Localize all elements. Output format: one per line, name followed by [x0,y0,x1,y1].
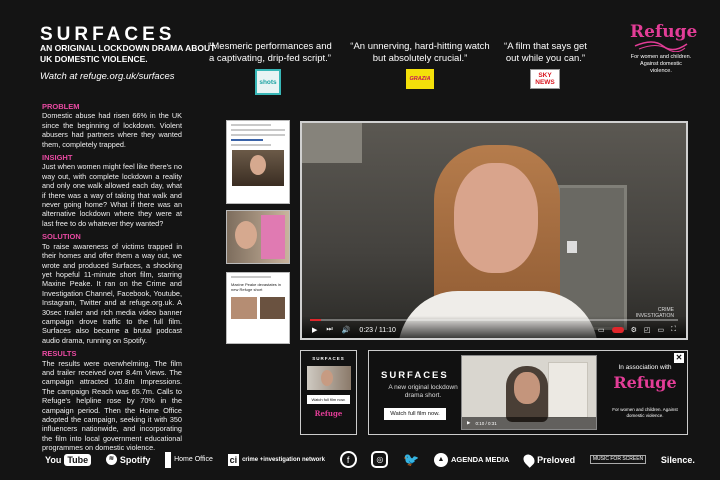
post-text-line [231,129,285,131]
article-image [259,297,285,319]
post-video-still [232,150,284,186]
shots-logo: shots [255,69,281,95]
miniplayer-icon[interactable]: ◰ [644,326,651,334]
agenda-icon: ▲ [433,452,448,467]
banner-ad-brand: Refuge [613,373,677,392]
ci-icon: ci [227,453,240,466]
mobile-ad-brand: Refuge [314,409,343,418]
section-heading-problem: PROBLEM [42,102,80,111]
banner-ad-brand-tagline: For women and children. Against domestic… [612,407,678,418]
banner-video-shelf [548,362,588,418]
sky-news-logo-bottom: NEWS [535,79,555,86]
campaign-subtitle: AN ORIGINAL LOCKDOWN DRAMA ABOUT UK DOME… [40,43,216,64]
video-lamp [302,123,362,163]
article-text-line [231,276,271,278]
agenda-media-logo: ▲ AGENDA MEDIA [433,452,510,467]
section-heading-results: RESULTS [42,349,77,359]
preloved-text: Preloved [537,454,576,465]
post-text-line [231,124,271,126]
quote-shots: “Mesmeric performances and a captivating… [208,41,332,64]
subtitles-icon[interactable]: ▭ [598,326,605,334]
play-icon[interactable]: ▶ [467,420,470,426]
banner-ad[interactable]: SURFACES A new original lockdown drama s… [368,350,688,435]
sky-news-logo-top: SKY [538,72,552,79]
close-icon[interactable]: ✕ [674,353,684,363]
spotify-icon: ≋ [105,454,117,465]
next-icon[interactable]: ⏭ [326,326,332,334]
banner-ad-video[interactable]: ▶ 0:10 / 0:31 [461,355,597,430]
youtube-logo: You Tube [45,453,92,466]
music-for-screen-logo: MUSIC FOR SCREEN [589,455,647,464]
video-progress-fill [310,319,322,321]
video-progress-bar[interactable] [310,319,678,321]
play-icon[interactable]: ▶ [312,326,317,334]
quote-grazia: “An unnerving, hard-hitting watch but ab… [350,41,490,64]
section-body-results: The results were overwhelming. The film … [42,358,182,453]
news-article-title: Maxine Peake devastates in new Refuge sh… [231,282,282,292]
crest-icon [165,451,172,468]
facebook-icon[interactable]: f [339,451,357,468]
social-post-thumbnail[interactable] [226,120,290,204]
grazia-logo: GRAZIA [406,69,434,89]
instagram-thumbnail[interactable] [226,210,290,264]
video-controls-right: ▭ ⚙ ◰ ▭ ⛶ [598,326,676,334]
refuge-logo: Refuge For women and children. Against d… [630,22,698,75]
mobile-ad-button[interactable]: Watch full film now. [307,395,350,404]
banner-ad-description: A new original lockdown drama short. [388,384,458,399]
refuge-tagline: For women and children. Against domestic… [630,54,692,74]
banner-video-controls: ▶ 0:10 / 0:31 [462,417,596,429]
mobile-ad-title: SURFACES [312,356,345,361]
crime-investigation-logo: ci crime +investigation network [227,453,325,466]
spotify-logo: ≋ Spotify [105,454,151,465]
post-text-line [231,144,271,146]
article-image [231,297,257,319]
section-body-insight: Just when women might feel like there's … [42,162,182,228]
banner-ad-button[interactable]: Watch full film now. [384,408,446,420]
youtube-logo-b: Tube [64,453,92,466]
post-text-line [231,134,285,136]
instagram-overlay-panel [261,215,285,259]
agenda-text: AGENDA MEDIA [450,455,510,464]
case-study-text: PROBLEM Domestic abuse had risen 66% in … [42,102,182,453]
article-images [231,297,285,319]
refuge-logo-text: Refuge [630,22,698,42]
mobile-ad-image [306,366,351,390]
silence-logo: Silence. [660,454,695,465]
youtube-logo-a: You [45,454,62,465]
twitter-icon[interactable]: 🐦 [403,452,419,468]
quote-sky-news: “A film that says get out while you can.… [504,41,587,64]
watch-link[interactable]: Watch at refuge.org.uk/surfaces [40,71,174,82]
video-door-sign [567,241,577,253]
crime-investigation-text: crime +investigation network [242,456,325,463]
video-controls-left: ▶ ⏭ 🔊 0:23 / 11:10 [312,326,396,334]
volume-icon[interactable]: 🔊 [342,326,351,334]
theater-icon[interactable]: ▭ [657,326,664,334]
settings-icon[interactable]: ⚙ [631,326,637,334]
section-body-solution: To raise awareness of victims trapped in… [42,241,182,345]
banner-video-actor-face [514,372,540,404]
home-office-logo: Home Office [165,451,213,468]
post-link-line [231,139,263,141]
banner-ad-title: SURFACES [381,370,449,381]
mobile-ad[interactable]: SURFACES Watch full film now. Refuge [300,350,357,435]
banner-video-time: 0:10 / 0:31 [475,420,497,426]
sky-news-logo: SKY NEWS [530,69,560,89]
news-article-thumbnail[interactable]: Maxine Peake devastates in new Refuge sh… [226,272,290,344]
spotify-text: Spotify [119,454,151,465]
home-office-text: Home Office [174,456,213,463]
section-body-problem: Domestic abuse had risen 66% in the UK s… [42,111,182,149]
pin-icon [521,451,537,468]
fullscreen-icon[interactable]: ⛶ [671,326,676,334]
instagram-icon[interactable]: ◎ [371,451,389,468]
preloved-logo: Preloved [521,451,576,468]
video-player[interactable]: CRIME INVESTIGATION ▶ ⏭ 🔊 0:23 / 11:10 ▭… [300,121,688,340]
partner-logos: You Tube ≋ Spotify Home Office ci crime +… [45,451,695,468]
section-heading-insight: INSIGHT [42,153,73,163]
video-time: 0:23 / 11:10 [359,326,396,334]
video-actor-face [454,163,538,273]
autoplay-toggle[interactable] [611,327,624,333]
section-heading-solution: SOLUTION [42,232,81,242]
association-label: In association with [618,364,672,371]
